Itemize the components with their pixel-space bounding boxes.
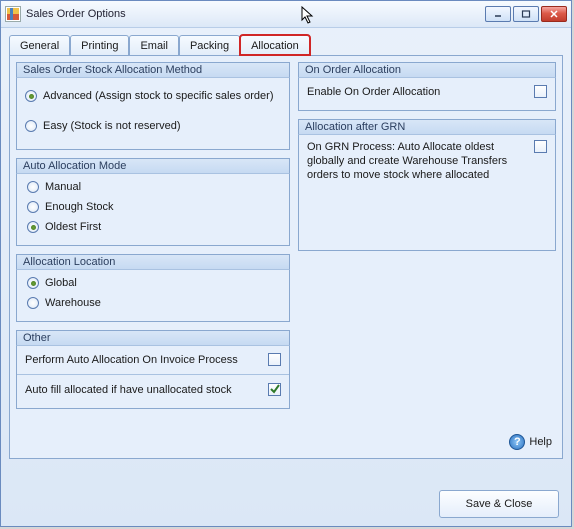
option-autofill-allocated[interactable]: Auto fill allocated if have unallocated … xyxy=(25,379,281,400)
save-close-button[interactable]: Save & Close xyxy=(439,490,559,518)
radio-oldest-first[interactable]: Oldest First xyxy=(25,217,281,237)
group-allocation-location: Allocation Location Global Warehouse xyxy=(16,254,290,322)
radio-easy[interactable]: Easy (Stock is not reserved) xyxy=(25,111,281,141)
maximize-button[interactable] xyxy=(513,6,539,22)
radio-icon xyxy=(27,221,39,233)
checkbox-icon xyxy=(534,85,547,98)
option-label: On GRN Process: Auto Allocate oldest glo… xyxy=(307,140,528,182)
group-title: On Order Allocation xyxy=(298,62,556,78)
checkbox-icon xyxy=(268,383,281,396)
tab-general[interactable]: General xyxy=(9,35,70,55)
option-grn-auto-allocate[interactable]: On GRN Process: Auto Allocate oldest glo… xyxy=(307,138,547,182)
tab-allocation[interactable]: Allocation xyxy=(240,35,310,55)
radio-icon xyxy=(27,201,39,213)
app-icon xyxy=(5,6,21,22)
radio-icon xyxy=(27,181,39,193)
group-on-order-allocation: On Order Allocation Enable On Order Allo… xyxy=(298,62,556,111)
group-other: Other Perform Auto Allocation On Invoice… xyxy=(16,330,290,409)
radio-global[interactable]: Global xyxy=(25,273,281,293)
checkbox-icon xyxy=(268,353,281,366)
group-title: Allocation after GRN xyxy=(298,119,556,135)
option-label: Auto fill allocated if have unallocated … xyxy=(25,384,232,396)
group-title: Allocation Location xyxy=(16,254,290,270)
sales-order-options-window: Sales Order Options General Printing Ema… xyxy=(0,0,572,527)
help-icon: ? xyxy=(509,434,525,450)
option-label: Enable On Order Allocation xyxy=(307,86,440,98)
checkbox-icon xyxy=(534,140,547,153)
minimize-button[interactable] xyxy=(485,6,511,22)
radio-icon xyxy=(27,277,39,289)
group-title: Other xyxy=(16,330,290,346)
radio-manual[interactable]: Manual xyxy=(25,177,281,197)
radio-warehouse[interactable]: Warehouse xyxy=(25,293,281,313)
radio-label: Warehouse xyxy=(45,297,101,309)
tab-packing[interactable]: Packing xyxy=(179,35,240,55)
group-stock-allocation-method: Sales Order Stock Allocation Method Adva… xyxy=(16,62,290,150)
group-allocation-after-grn: Allocation after GRN On GRN Process: Aut… xyxy=(298,119,556,251)
group-auto-allocation-mode: Auto Allocation Mode Manual Enough Stock… xyxy=(16,158,290,246)
radio-label: Manual xyxy=(45,181,81,193)
footer: Save & Close xyxy=(439,490,559,518)
option-enable-on-order[interactable]: Enable On Order Allocation xyxy=(307,81,547,102)
radio-advanced[interactable]: Advanced (Assign stock to specific sales… xyxy=(25,81,281,111)
group-title: Auto Allocation Mode xyxy=(16,158,290,174)
radio-enough-stock[interactable]: Enough Stock xyxy=(25,197,281,217)
close-button[interactable] xyxy=(541,6,567,22)
tab-email[interactable]: Email xyxy=(129,35,179,55)
radio-label: Easy (Stock is not reserved) xyxy=(43,120,181,132)
option-invoice-process[interactable]: Perform Auto Allocation On Invoice Proce… xyxy=(25,349,281,370)
tab-body-allocation: Sales Order Stock Allocation Method Adva… xyxy=(9,55,563,459)
radio-label: Enough Stock xyxy=(45,201,114,213)
window-title: Sales Order Options xyxy=(26,8,126,20)
radio-icon xyxy=(25,90,37,102)
radio-label: Global xyxy=(45,277,77,289)
titlebar[interactable]: Sales Order Options xyxy=(1,1,571,28)
group-title: Sales Order Stock Allocation Method xyxy=(16,62,290,78)
radio-icon xyxy=(27,297,39,309)
option-label: Perform Auto Allocation On Invoice Proce… xyxy=(25,354,238,366)
help-label: Help xyxy=(529,436,552,448)
content-area: General Printing Email Packing Allocatio… xyxy=(9,35,563,484)
separator xyxy=(17,374,289,375)
help-link[interactable]: ? Help xyxy=(509,434,552,450)
radio-label: Oldest First xyxy=(45,221,101,233)
radio-icon xyxy=(25,120,37,132)
radio-label: Advanced (Assign stock to specific sales… xyxy=(43,90,274,102)
tabstrip: General Printing Email Packing Allocatio… xyxy=(9,35,563,55)
tab-printing[interactable]: Printing xyxy=(70,35,129,55)
